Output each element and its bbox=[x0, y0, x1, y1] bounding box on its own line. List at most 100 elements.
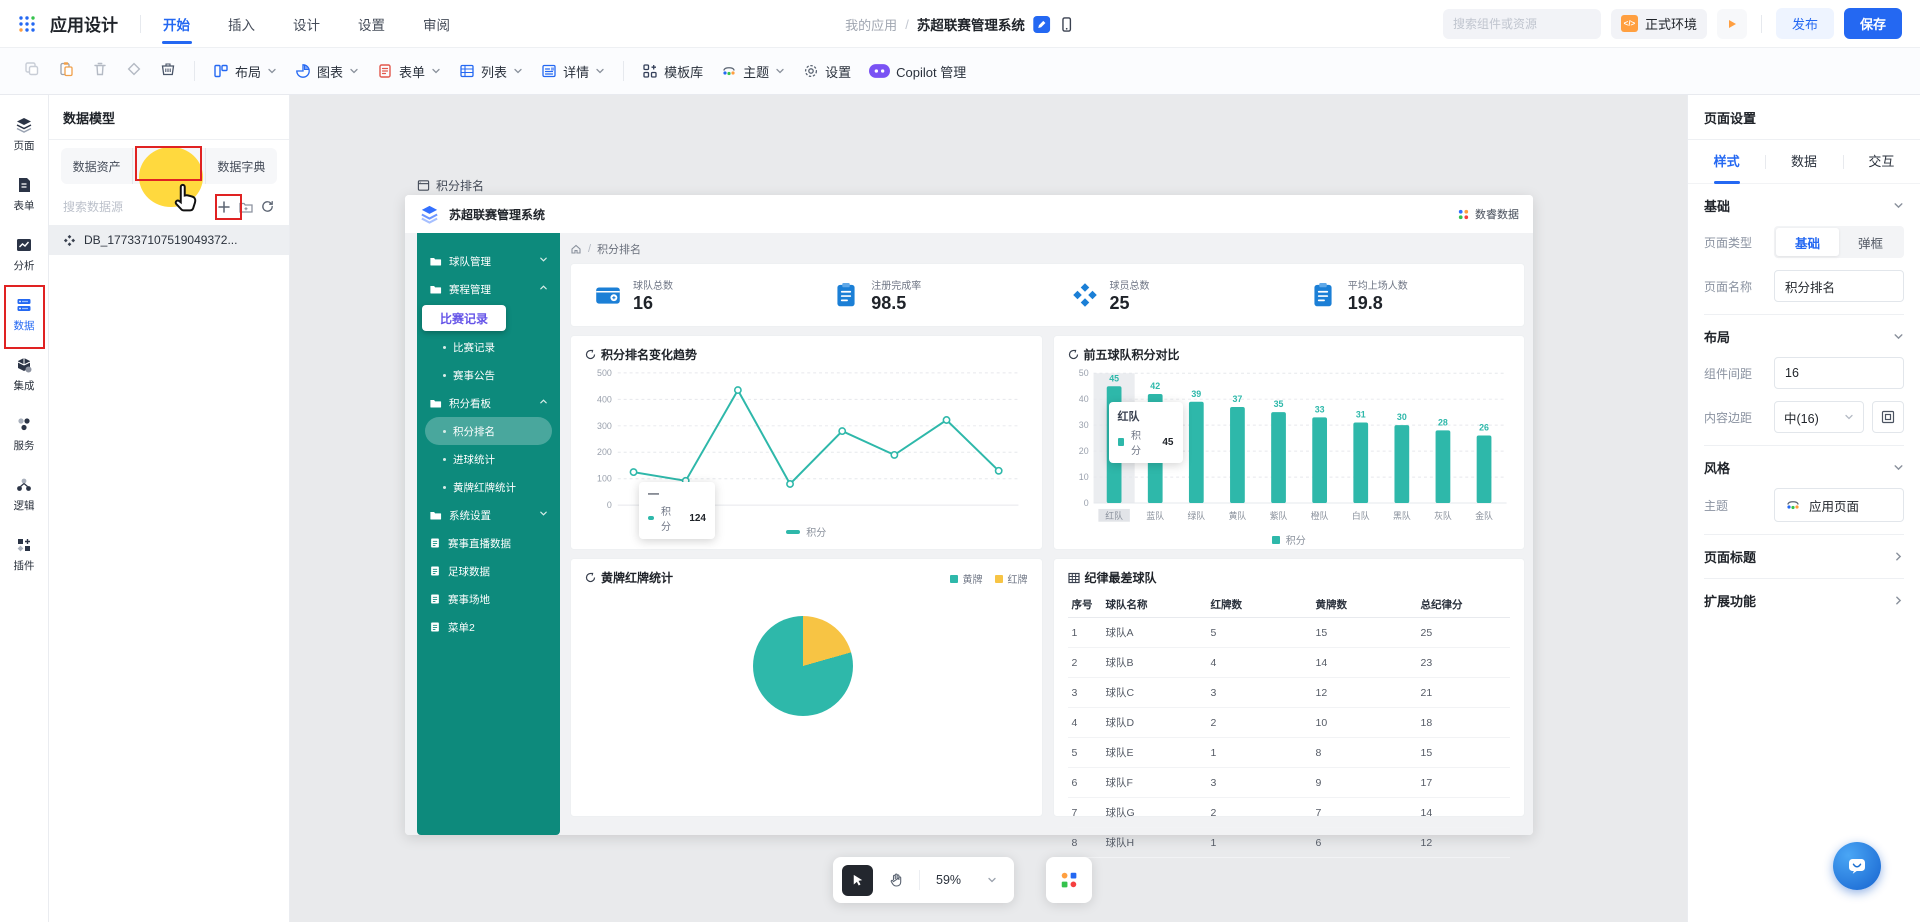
component-search-input[interactable] bbox=[1452, 16, 1608, 31]
data-panel-tab-0[interactable]: 数据资产 bbox=[61, 148, 132, 184]
preview-menu-item-4[interactable]: 赛事公告 bbox=[417, 361, 560, 389]
select-tool-button[interactable] bbox=[842, 864, 873, 896]
refresh-icon[interactable] bbox=[260, 199, 275, 214]
component-library-button[interactable] bbox=[1046, 857, 1092, 903]
menu-tab-3[interactable]: 设置 bbox=[358, 0, 385, 48]
rail-item-6[interactable]: 逻辑 bbox=[1, 467, 47, 521]
section-layout[interactable]: 布局 bbox=[1704, 315, 1904, 357]
save-button[interactable]: 保存 bbox=[1843, 8, 1902, 39]
settings-tab-2[interactable]: 交互 bbox=[1842, 140, 1920, 184]
ribbon-dropdown[interactable]: 图表 bbox=[295, 62, 359, 81]
page-name-input[interactable] bbox=[1774, 270, 1904, 302]
table-row[interactable]: 3 球队C 3 12 21 bbox=[1067, 677, 1510, 708]
preview-run-button[interactable] bbox=[1716, 8, 1747, 39]
theme-select[interactable]: 应用页面 bbox=[1774, 488, 1904, 522]
ribbon-dropdown[interactable]: 表单 bbox=[377, 62, 441, 81]
device-preview-icon[interactable] bbox=[1058, 16, 1075, 33]
trash-tool-button[interactable] bbox=[92, 61, 108, 82]
preview-menu-page-12[interactable]: 赛事场地 bbox=[417, 585, 560, 613]
rail-item-4[interactable]: 集成 bbox=[1, 347, 47, 401]
line-chart-legend[interactable]: 积分 bbox=[585, 524, 1028, 539]
preview-menu-item-6[interactable]: 积分排名 bbox=[425, 417, 552, 445]
section-basic[interactable]: 基础 bbox=[1704, 184, 1904, 226]
menu-tab-2[interactable]: 设计 bbox=[293, 0, 320, 48]
publish-button[interactable]: 发布 bbox=[1775, 8, 1834, 39]
rail-item-3[interactable]: 数据 bbox=[1, 287, 47, 341]
assistant-chat-button[interactable] bbox=[1833, 842, 1881, 890]
copy-tool-button[interactable] bbox=[24, 61, 40, 82]
paste-tool-button[interactable] bbox=[58, 61, 74, 82]
brand-badge[interactable]: 数睿数据 bbox=[1457, 206, 1519, 222]
preview-menu-item-8[interactable]: 黄牌红牌统计 bbox=[417, 473, 560, 501]
zoom-level-select[interactable]: 59% bbox=[928, 873, 1005, 887]
bar-chart-widget[interactable]: 前五球队积分对比 0 10 20 30 40 50 45 42 39 37 35 33 31 30 28 26… bbox=[1052, 335, 1525, 550]
component-gap-input[interactable] bbox=[1774, 357, 1904, 389]
ribbon-action[interactable]: 设置 bbox=[803, 62, 851, 81]
preview-menu-page-13[interactable]: 菜单2 bbox=[417, 613, 560, 641]
table-row[interactable]: 1 球队A 5 15 25 bbox=[1067, 617, 1510, 648]
content-padding-select[interactable]: 中(16) bbox=[1774, 401, 1864, 433]
pie-chart-legend[interactable]: 黄牌 红牌 bbox=[949, 571, 1028, 586]
environment-switch[interactable]: </> 正式环境 bbox=[1610, 8, 1707, 39]
rail-item-0[interactable]: 页面 bbox=[1, 107, 47, 161]
preview-menu-folder-5[interactable]: 积分看板 bbox=[417, 389, 560, 417]
settings-row-0[interactable]: 页面标题 bbox=[1704, 534, 1904, 578]
page-type-option-1[interactable]: 弹框 bbox=[1839, 228, 1902, 256]
settings-row-1[interactable]: 扩展功能 bbox=[1704, 578, 1904, 622]
padding-sides-button[interactable] bbox=[1872, 401, 1904, 433]
ribbon-action[interactable]: 主题 bbox=[721, 62, 785, 81]
preview-menu-folder-9[interactable]: 系统设置 bbox=[417, 501, 560, 529]
ribbon-dropdown[interactable]: 详情 bbox=[541, 62, 605, 81]
settings-tab-0[interactable]: 样式 bbox=[1688, 140, 1765, 184]
stats-card-widget[interactable]: 球队总数 16 注册完成率 98.5 球员总数 25 平均上场人数 19.8 bbox=[570, 263, 1525, 327]
preview-menu-folder-1[interactable]: 赛程管理 bbox=[417, 275, 560, 303]
pan-tool-button[interactable] bbox=[881, 865, 911, 895]
ribbon-action[interactable]: Copilot 管理 bbox=[869, 62, 966, 81]
preview-menu-item-3[interactable]: 比赛记录 bbox=[417, 333, 560, 361]
table-row[interactable]: 5 球队E 1 8 15 bbox=[1067, 737, 1510, 768]
component-search[interactable] bbox=[1442, 8, 1630, 39]
table-row[interactable]: 2 球队B 4 14 23 bbox=[1067, 647, 1510, 678]
preview-menu-page-10[interactable]: 赛事直播数据 bbox=[417, 529, 560, 557]
rail-item-7[interactable]: 插件 bbox=[1, 527, 47, 581]
menu-tab-0[interactable]: 开始 bbox=[163, 0, 190, 48]
stat-1: 注册完成率 98.5 bbox=[809, 277, 1047, 314]
preview-menu-item-7[interactable]: 进球统计 bbox=[417, 445, 560, 473]
page-type-option-0[interactable]: 基础 bbox=[1776, 228, 1839, 256]
canvas-page-label[interactable]: 积分排名 bbox=[417, 177, 484, 194]
table-widget[interactable]: 纪律最差球队 序号 球队名称 红牌数 黄牌数 总纪律分 1 球队A 5 15 25 2 球队B 4 14… bbox=[1052, 558, 1525, 858]
data-panel-tab-2[interactable]: 数据字典 bbox=[204, 148, 277, 184]
table-row[interactable]: 4 球队D 2 10 18 bbox=[1067, 707, 1510, 738]
import-folder-icon[interactable] bbox=[238, 199, 254, 215]
diamond-tool-button[interactable] bbox=[126, 61, 142, 82]
preview-menu-folder-0[interactable]: 球队管理 bbox=[417, 247, 560, 275]
breadcrumb-parent[interactable]: 我的应用 bbox=[845, 15, 897, 34]
bucket-tool-button[interactable] bbox=[160, 61, 176, 82]
section-style[interactable]: 风格 bbox=[1704, 446, 1904, 488]
menu-tab-1[interactable]: 插入 bbox=[228, 0, 255, 48]
edit-badge-icon[interactable] bbox=[1032, 15, 1050, 33]
pie-chart-widget[interactable]: 黄牌红牌统计 黄牌 红牌 bbox=[570, 558, 1043, 817]
rail-item-2[interactable]: 分析 bbox=[1, 227, 47, 281]
bar-chart-legend[interactable]: 积分 bbox=[1068, 532, 1511, 547]
chart-widget-icon bbox=[585, 349, 596, 360]
ribbon-dropdown[interactable]: 列表 bbox=[459, 62, 523, 81]
table-row[interactable]: 8 球队H 1 6 12 bbox=[1067, 827, 1510, 858]
table-row[interactable]: 7 球队G 2 7 14 bbox=[1067, 797, 1510, 828]
datasource-list-item[interactable]: DB_177337107519049372... bbox=[49, 225, 289, 255]
settings-tab-1[interactable]: 数据 bbox=[1765, 140, 1842, 184]
app-grid-icon[interactable] bbox=[18, 15, 36, 33]
add-datasource-icon[interactable] bbox=[216, 199, 232, 215]
preview-menu-page-11[interactable]: 足球数据 bbox=[417, 557, 560, 585]
home-icon[interactable] bbox=[570, 243, 582, 255]
rail-item-1[interactable]: 表单 bbox=[1, 167, 47, 221]
line-chart-widget[interactable]: 积分排名变化趋势 0 100 200 300 400 500 积分 — 积分 124 bbox=[570, 335, 1043, 550]
rail-item-5[interactable]: 服务 bbox=[1, 407, 47, 461]
preview-frame[interactable]: 苏超联赛管理系统 数睿数据 球队管理 赛程管理 比赛记录 比赛记录 赛事公告 积分看板 积分… bbox=[405, 195, 1533, 858]
design-canvas[interactable]: 积分排名 苏超联赛管理系统 数睿数据 球队管理 赛程管理 比赛记录 比赛记录 赛事公告积… bbox=[290, 95, 1687, 922]
menu-tab-4[interactable]: 审阅 bbox=[423, 0, 450, 48]
annotation-highlight bbox=[139, 147, 203, 207]
ribbon-action[interactable]: 模板库 bbox=[642, 62, 703, 81]
table-row[interactable]: 6 球队F 3 9 17 bbox=[1067, 767, 1510, 798]
ribbon-dropdown[interactable]: 布局 bbox=[213, 62, 277, 81]
